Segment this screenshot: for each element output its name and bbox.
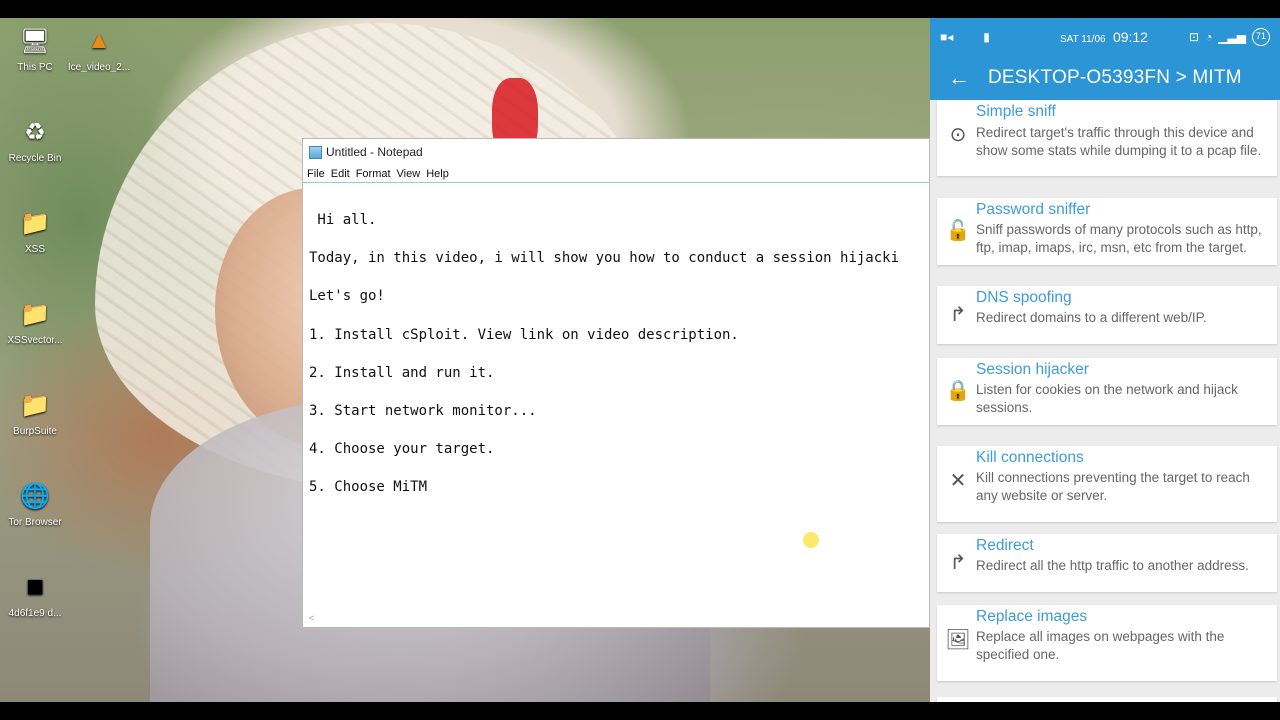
- app-bar: ← DESKTOP-O5393FN > MITM: [930, 56, 1280, 100]
- app-bar-title: DESKTOP-O5393FN > MITM: [988, 67, 1242, 88]
- notepad-window[interactable]: Untitled - Notepad File Edit Format View…: [302, 138, 930, 628]
- module-title: Password sniffer: [976, 201, 1091, 218]
- horizontal-scrollbar[interactable]: <: [303, 613, 929, 627]
- menu-edit[interactable]: Edit: [329, 168, 354, 180]
- split-arrow-icon: ↱: [949, 552, 967, 574]
- module-session-hijacker[interactable]: 🔒 Session hijacker Listen for cookies on…: [937, 358, 1277, 425]
- module-description: Kill connections preventing the target t…: [976, 470, 1250, 503]
- desktop-icon-xssvector[interactable]: 📁 XSSvector...: [0, 297, 70, 347]
- text-line: Hi all.: [309, 212, 377, 228]
- module-redirect[interactable]: ↱ Redirect Redirect all the http traffic…: [937, 534, 1277, 592]
- folder-icon: 📁: [20, 391, 50, 419]
- desktop-icon-label: XSS: [24, 244, 45, 255]
- menu-file[interactable]: File: [305, 168, 329, 180]
- letterbox-bottom: [0, 702, 1280, 720]
- desktop-icon-label: Recycle Bin: [8, 153, 62, 164]
- desktop-icon-label: Ice_video_2...: [67, 62, 131, 73]
- desktop-icon-xss[interactable]: 📁 XSS: [0, 206, 70, 256]
- desktop-icon-label: Tor Browser: [8, 517, 62, 528]
- status-bar: ■◂ ▮ SAT 11/06 09:12 ⊡ ◔ ▁▃▅ 71: [930, 18, 1280, 56]
- desktop-icon-recycle-bin[interactable]: ♻ Recycle Bin: [0, 115, 70, 165]
- module-title: DNS spoofing: [976, 289, 1072, 306]
- computer-icon: 🖥: [19, 27, 51, 55]
- desktop-icon-video[interactable]: ▲ Ice_video_2...: [64, 24, 134, 73]
- module-description: Redirect target's traffic through this d…: [976, 125, 1262, 158]
- file-icon: ■: [25, 570, 45, 603]
- split-arrow-icon: ↱: [949, 304, 967, 326]
- module-title: Session hijacker: [976, 361, 1089, 378]
- menu-help[interactable]: Help: [424, 168, 453, 180]
- module-simple-sniff[interactable]: ⊙ Simple sniff Redirect target's traffic…: [937, 100, 1277, 176]
- notepad-menubar: File Edit Format View Help: [303, 165, 929, 183]
- text-line: 4. Choose your target.: [309, 441, 495, 458]
- signal-icon: ▁▃▅: [1218, 30, 1246, 44]
- desktop-icon-label: This PC: [17, 62, 53, 73]
- letterbox-top: [0, 0, 1280, 18]
- text-line: 5. Choose MiTM: [309, 479, 428, 496]
- text-line: 2. Install and run it.: [309, 364, 495, 381]
- notepad-text-area[interactable]: Hi all. Today, in this video, i will show…: [309, 201, 929, 607]
- folder-icon: 📁: [20, 209, 50, 237]
- text-line: 1. Install cSploit. View link on video d…: [309, 326, 739, 343]
- module-description: Listen for cookies on the network and hi…: [976, 382, 1238, 415]
- unlocked-padlock-icon: 🔓: [945, 220, 971, 242]
- module-description: Redirect all the http traffic to another…: [976, 558, 1249, 573]
- text-line: 3. Start network monitor...: [309, 403, 537, 420]
- module-dns-spoofing[interactable]: ↱ DNS spoofing Redirect domains to a dif…: [937, 286, 1277, 344]
- module-description: Replace all images on webpages with the …: [976, 629, 1225, 662]
- module-description: Sniff passwords of many protocols such a…: [976, 222, 1262, 255]
- cast-icon: ⊡: [1189, 30, 1200, 44]
- close-icon: ✕: [949, 470, 967, 492]
- menu-view[interactable]: View: [395, 168, 425, 180]
- crosshair-icon: ⊙: [949, 124, 967, 146]
- desktop-icon-label: BurpSuite: [13, 426, 57, 437]
- folder-icon: 📁: [20, 300, 50, 328]
- desktop-icon-file[interactable]: ■ 4d6f1e9 d...: [0, 570, 70, 619]
- text-line: Today, in this video, i will show you ho…: [309, 250, 900, 267]
- image-icon: 🖼: [945, 629, 971, 651]
- desktop-icon-label: 4d6f1e9 d...: [8, 608, 62, 619]
- desktop-icon-label: XSSvector...: [7, 335, 63, 346]
- battery-icon: 71: [1252, 28, 1270, 46]
- notepad-titlebar[interactable]: Untitled - Notepad: [303, 139, 929, 165]
- module-password-sniffer[interactable]: 🔓 Password sniffer Sniff passwords of ma…: [937, 198, 1277, 265]
- file-icon: ▮: [983, 30, 990, 44]
- android-screen: ■◂ ▮ SAT 11/06 09:12 ⊡ ◔ ▁▃▅ 71 ← DESKTO…: [930, 18, 1280, 702]
- wifi-icon: ◔: [1205, 30, 1213, 44]
- notepad-title: Untitled - Notepad: [326, 145, 423, 159]
- status-date: SAT 11/06: [1060, 34, 1106, 45]
- desktop-icon-tor-browser[interactable]: 🌐 Tor Browser: [0, 479, 70, 529]
- desktop-icon-this-pc[interactable]: 🖥 This PC: [0, 24, 70, 74]
- menu-format[interactable]: Format: [354, 168, 395, 180]
- padlock-icon: 🔒: [945, 380, 971, 402]
- module-title: Kill connections: [976, 449, 1084, 466]
- tor-browser-icon: 🌐: [20, 482, 50, 510]
- status-time: 09:12: [1112, 29, 1148, 45]
- module-title: Replace images: [976, 608, 1088, 625]
- module-title: Redirect: [976, 537, 1034, 554]
- desktop-icon-burpsuite[interactable]: 📁 BurpSuite: [0, 388, 70, 438]
- recycle-bin-icon: ♻: [24, 118, 46, 146]
- module-replace-images[interactable]: 🖼 Replace images Replace all images on w…: [937, 605, 1277, 681]
- video-camera-icon: ■◂: [940, 30, 954, 44]
- mouse-cursor-highlight: [803, 532, 819, 548]
- text-line: Let's go!: [309, 288, 385, 305]
- module-description: Redirect domains to a different web/IP.: [976, 310, 1207, 325]
- module-title: Simple sniff: [976, 103, 1056, 120]
- back-arrow-icon[interactable]: ←: [948, 65, 988, 91]
- notepad-icon: [309, 145, 322, 159]
- vlc-cone-icon: ▲: [87, 27, 111, 54]
- module-kill-connections[interactable]: ✕ Kill connections Kill connections prev…: [937, 446, 1277, 522]
